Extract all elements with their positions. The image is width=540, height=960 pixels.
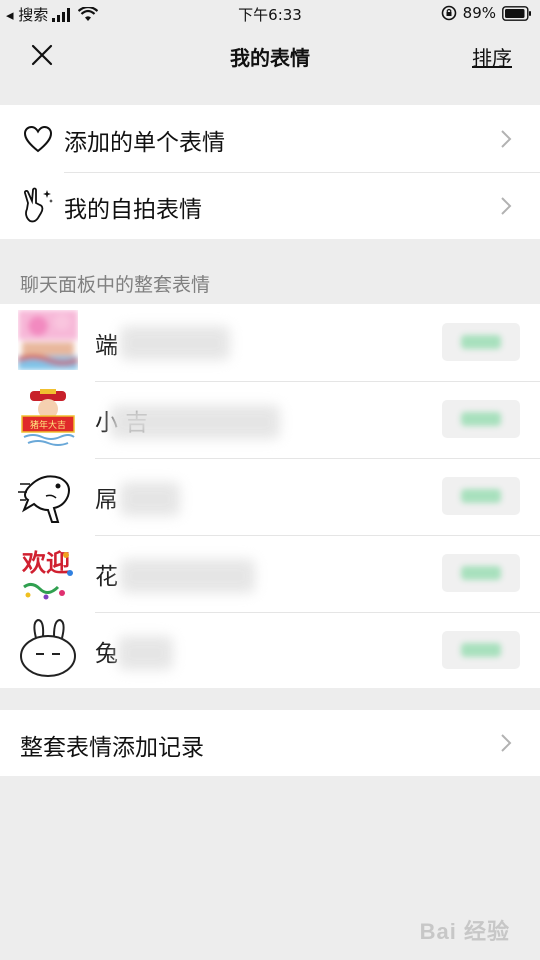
emoji-pack-row[interactable]: 兔 [0, 612, 540, 688]
pig-year-text: 猪年大吉 [30, 419, 66, 431]
battery-percent: 89% [462, 4, 496, 22]
emoji-pack-name: 兔 [95, 641, 118, 667]
emoji-pack-name: 花 [95, 564, 118, 590]
blurred-pack-name [120, 559, 255, 593]
emoji-pack-thumbnail: 猪年大吉 [21, 389, 75, 446]
emoji-pack-row[interactable]: 猪年大吉 小 吉 [0, 381, 540, 458]
emoji-pack-action-button[interactable] [442, 477, 520, 515]
page-title: 我的表情 [230, 46, 310, 70]
blurred-button-label [461, 335, 501, 349]
baidu-watermark: Bai 经验 [419, 919, 510, 944]
added-single-emoji-row[interactable]: 添加的单个表情 [0, 105, 540, 172]
emoji-pack-action-button[interactable] [442, 400, 520, 438]
pack-history-row[interactable]: 整套表情添加记录 [0, 710, 540, 776]
section-title: 聊天面板中的整套表情 [20, 274, 211, 296]
huanying-text: 欢迎 [21, 548, 70, 577]
my-selfie-emoji-label: 我的自拍表情 [64, 197, 202, 223]
history-group: 整套表情添加记录 [0, 710, 540, 776]
heart-icon [23, 125, 53, 153]
emoji-pack-row[interactable]: 端 [0, 304, 540, 381]
emoji-pack-action-button[interactable] [442, 323, 520, 361]
emoji-pack-thumbnail: 欢迎 [21, 548, 73, 600]
emoji-pack-list: 端 猪年大吉 小 吉 屌 [0, 304, 540, 688]
chevron-right-icon [501, 197, 512, 215]
chevron-right-icon [501, 130, 512, 148]
blurred-pack-name [120, 326, 230, 360]
emoji-pack-row[interactable]: 屌 [0, 458, 540, 535]
my-selfie-emoji-row[interactable]: 我的自拍表情 [0, 172, 540, 239]
emoji-pack-name: 屌 [95, 487, 118, 513]
blurred-pack-name [120, 482, 180, 516]
added-single-emoji-label: 添加的单个表情 [64, 130, 225, 156]
emoji-pack-name: 端 [95, 333, 118, 359]
emoji-pack-thumbnail [20, 618, 76, 677]
chevron-right-icon [501, 734, 512, 752]
rotation-lock-icon [441, 5, 456, 21]
sort-button[interactable]: 排序 [472, 42, 512, 71]
nav-bar: 我的表情 排序 [0, 28, 540, 82]
blurred-button-label [461, 412, 501, 426]
victory-hand-icon [24, 187, 53, 223]
blurred-button-label [461, 566, 501, 580]
battery-icon [502, 5, 531, 21]
status-bar: ◂ 搜索 下午6:33 89% [0, 0, 540, 28]
blurred-button-label [461, 643, 501, 657]
emoji-pack-row[interactable]: 欢迎 花 [0, 535, 540, 612]
emoji-pack-action-button[interactable] [442, 631, 520, 669]
blurred-pack-name [118, 636, 173, 670]
emoji-pack-thumbnail [18, 310, 78, 370]
blurred-pack-name [110, 405, 280, 439]
pack-history-label: 整套表情添加记录 [20, 735, 204, 761]
blurred-button-label [461, 489, 501, 503]
emoji-pack-thumbnail [18, 475, 70, 523]
personal-emoji-group: 添加的单个表情 我的自拍表情 [0, 105, 540, 239]
emoji-pack-action-button[interactable] [442, 554, 520, 592]
